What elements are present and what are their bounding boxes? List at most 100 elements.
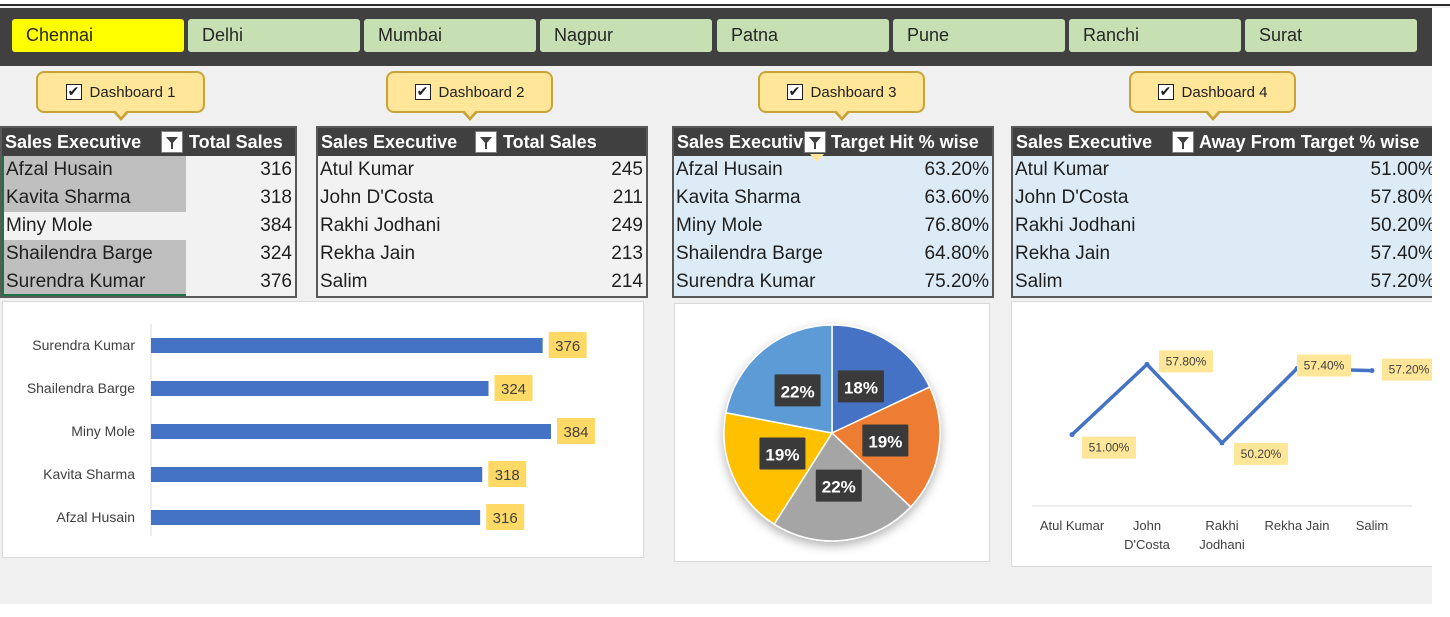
bar[interactable] [151, 424, 551, 439]
slicer-city-delhi[interactable]: Delhi [188, 19, 360, 52]
line-category-label: Rakhi [1205, 518, 1238, 533]
pivot-table-1: Sales Executive Total Sales Afzal Husain… [0, 126, 297, 298]
table-row[interactable]: Rekha Jain 213 [318, 240, 646, 268]
table-row[interactable]: Shailendra Barge 64.80% [674, 240, 992, 268]
dashboard-2-checkbox[interactable]: ✔ Dashboard 2 [386, 71, 553, 121]
slicer-city-mumbai[interactable]: Mumbai [364, 19, 536, 52]
sheet-bottom-edge [0, 604, 1450, 617]
table-row[interactable]: Miny Mole 384 [2, 212, 295, 240]
checkbox-icon[interactable]: ✔ [65, 84, 82, 100]
row-name: Rakhi Jodhani [1015, 215, 1136, 236]
slicer-city-pune[interactable]: Pune [893, 19, 1065, 52]
dashboard-3-label: Dashboard 3 [810, 83, 897, 101]
row-value: 50.20% [1370, 215, 1435, 236]
row-name: Miny Mole [676, 215, 763, 236]
row-value: 63.20% [924, 159, 989, 180]
dashboard-4-checkbox[interactable]: ✔ Dashboard 4 [1129, 71, 1296, 121]
column-header-sales-executive: Sales Executive [321, 131, 458, 152]
checkbox-icon[interactable]: ✔ [786, 84, 803, 100]
pie-data-label: 22% [781, 382, 815, 401]
row-value: 316 [260, 159, 292, 180]
filter-dropdown-icon[interactable] [161, 131, 183, 153]
table-row[interactable]: Afzal Husain 63.20% [674, 156, 992, 184]
filter-dropdown-icon[interactable] [475, 131, 497, 153]
callout-pointer [111, 109, 130, 121]
callout-pointer [1203, 109, 1222, 121]
slicer-city-chennai[interactable]: Chennai [12, 19, 184, 52]
bar-data-label: 376 [555, 338, 580, 355]
row-value: 376 [260, 271, 292, 292]
bar-category-label: Miny Mole [71, 423, 135, 439]
row-value: 211 [612, 187, 643, 208]
row-value: 324 [260, 243, 292, 264]
slicer-city-nagpur[interactable]: Nagpur [540, 19, 712, 52]
line-point[interactable] [1219, 440, 1225, 446]
bar[interactable] [151, 338, 543, 353]
bar-category-label: Surendra Kumar [32, 337, 135, 353]
row-name: Afzal Husain [676, 159, 783, 180]
table-row[interactable]: Salim 57.20% [1013, 268, 1438, 296]
table-row[interactable]: Surendra Kumar 376 [2, 268, 295, 296]
row-name: Atul Kumar [1015, 159, 1109, 180]
row-name: Kavita Sharma [676, 187, 801, 208]
row-name: Rekha Jain [320, 243, 416, 264]
bar-data-label: 384 [563, 424, 588, 441]
slicer-city-ranchi[interactable]: Ranchi [1069, 19, 1241, 52]
table-row[interactable]: Kavita Sharma 318 [2, 184, 295, 212]
row-value: 57.80% [1370, 187, 1435, 208]
table-row[interactable]: Miny Mole 76.80% [674, 212, 992, 240]
dashboard-3-checkbox[interactable]: ✔ Dashboard 3 [758, 71, 925, 121]
table-row[interactable]: Shailendra Barge 324 [2, 240, 295, 268]
bar-category-label: Shailendra Barge [27, 380, 135, 396]
bar-data-label: 316 [493, 510, 518, 527]
line-data-label: 50.20% [1241, 447, 1282, 461]
row-value: 249 [611, 215, 643, 236]
pie-chart-card[interactable]: 18% 19% 22% 19% 22% [674, 303, 990, 562]
line-category-label: Jodhani [1199, 537, 1245, 552]
bar-category-label: Afzal Husain [56, 509, 135, 525]
table-row[interactable]: John D'Costa 211 [318, 184, 646, 212]
pie-data-label: 19% [765, 445, 799, 464]
filter-dropdown-icon[interactable] [1172, 131, 1194, 153]
dashboard-1-checkbox[interactable]: ✔ Dashboard 1 [36, 71, 205, 121]
table-row[interactable]: Salim 214 [318, 268, 646, 296]
table-row[interactable]: Atul Kumar 245 [318, 156, 646, 184]
table-row[interactable]: Rakhi Jodhani 50.20% [1013, 212, 1438, 240]
row-name: Shailendra Barge [2, 240, 186, 268]
pie-data-label: 19% [868, 432, 902, 451]
line-point[interactable] [1369, 368, 1375, 374]
table-row[interactable]: Rekha Jain 57.40% [1013, 240, 1438, 268]
table-row[interactable]: Afzal Husain 316 [2, 156, 295, 184]
line-chart-card[interactable]: 51.00% 57.80% 50.20% 57.40% 57.20% Atul Kumar… [1011, 301, 1436, 567]
row-name: Rakhi Jodhani [320, 215, 441, 236]
filter-dropdown-icon[interactable] [804, 131, 826, 153]
row-value: 64.80% [924, 243, 989, 264]
checkbox-icon[interactable]: ✔ [1157, 84, 1174, 100]
checkbox-icon[interactable]: ✔ [414, 84, 431, 100]
bar[interactable] [151, 467, 483, 482]
table-row[interactable]: Rakhi Jodhani 249 [318, 212, 646, 240]
table-row[interactable]: Surendra Kumar 75.20% [674, 268, 992, 296]
callout-pointer [832, 109, 851, 121]
pie-data-label: 18% [844, 378, 878, 397]
table-row[interactable]: John D'Costa 57.80% [1013, 184, 1438, 212]
pivot-table-header: Sales Executive Away From Target % wise [1013, 128, 1438, 156]
row-name: Rekha Jain [1015, 243, 1111, 264]
slicer-city-surat[interactable]: Surat [1245, 19, 1417, 52]
line-data-label: 57.40% [1304, 359, 1345, 373]
table-row[interactable]: Atul Kumar 51.00% [1013, 156, 1438, 184]
bar-category-label: Kavita Sharma [43, 466, 135, 482]
line-point[interactable] [1069, 432, 1075, 438]
row-value: 245 [611, 159, 643, 180]
bar[interactable] [151, 381, 489, 396]
line-category-label: Rekha Jain [1264, 518, 1329, 533]
column-header-total-sales: Total Sales [503, 131, 597, 152]
pivot-table-header: Sales Executive Total Sales [2, 128, 295, 156]
line-point[interactable] [1144, 361, 1150, 367]
row-value: 63.60% [924, 187, 989, 208]
bar-chart: Surendra Kumar 376 Shailendra Barge 324 Miny… [27, 324, 595, 536]
bar[interactable] [151, 510, 481, 525]
bar-chart-card[interactable]: Surendra Kumar 376 Shailendra Barge 324 Miny… [2, 301, 644, 558]
table-row[interactable]: Kavita Sharma 63.60% [674, 184, 992, 212]
slicer-city-patna[interactable]: Patna [717, 19, 889, 52]
